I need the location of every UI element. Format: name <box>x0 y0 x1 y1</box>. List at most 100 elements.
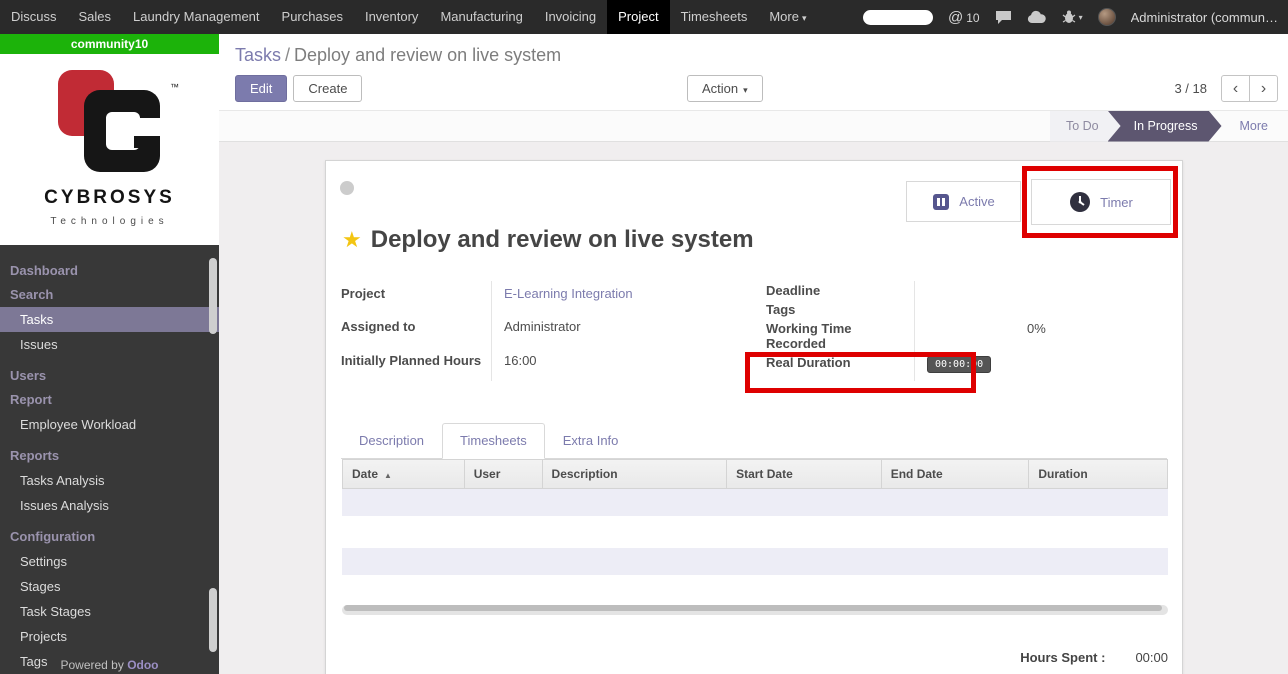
messages-counter[interactable]: @ 10 <box>948 9 980 26</box>
odoo-brand-link[interactable]: Odoo <box>127 658 158 672</box>
menu-sales[interactable]: Sales <box>68 0 123 34</box>
breadcrumb-separator: / <box>285 45 290 65</box>
sidebar-item-dashboard[interactable]: Dashboard <box>0 259 219 283</box>
table-row-empty <box>342 548 1168 575</box>
active-stat-button[interactable]: Active <box>906 181 1021 222</box>
sidebar-item-settings[interactable]: Settings <box>0 549 219 574</box>
sidebar-section-search[interactable]: Search <box>0 283 219 307</box>
sidebar-section-users[interactable]: Users <box>0 364 219 388</box>
tab-timesheets[interactable]: Timesheets <box>442 423 545 459</box>
sidebar-scrollbar-thumb[interactable] <box>209 258 217 334</box>
tab-description[interactable]: Description <box>341 423 442 458</box>
database-badge: community10 <box>0 34 219 54</box>
message-count: 10 <box>966 11 979 25</box>
sidebar-item-projects[interactable]: Projects <box>0 624 219 649</box>
hours-spent-label: Hours Spent : <box>1020 650 1105 665</box>
field-groups: Project E-Learning Integration Assigned … <box>341 281 1167 381</box>
menu-manufacturing[interactable]: Manufacturing <box>429 0 533 34</box>
user-avatar[interactable] <box>1098 8 1116 26</box>
menu-discuss[interactable]: Discuss <box>0 0 68 34</box>
status-step-in-progress[interactable]: In Progress <box>1108 111 1222 142</box>
menu-timesheets[interactable]: Timesheets <box>670 0 759 34</box>
menu-purchases[interactable]: Purchases <box>271 0 354 34</box>
column-header-duration[interactable]: Duration <box>1029 460 1167 488</box>
chevron-down-icon: ▾ <box>1079 13 1083 22</box>
clock-icon <box>1069 191 1091 213</box>
menu-more[interactable]: More▾ <box>758 0 817 34</box>
sidebar-item-employee-workload[interactable]: Employee Workload <box>0 412 219 437</box>
breadcrumb: Tasks/Deploy and review on live system <box>235 45 561 66</box>
field-label-working-time-recorded: Working Time Recorded <box>766 319 914 353</box>
column-header-description[interactable]: Description <box>543 460 728 488</box>
menu-inventory[interactable]: Inventory <box>354 0 429 34</box>
field-label-deadline: Deadline <box>766 281 914 300</box>
company-logo-mark <box>50 64 170 182</box>
create-button[interactable]: Create <box>293 75 362 102</box>
right-field-group: Deadline Tags Working Time Recorded 0% R… <box>766 281 1167 381</box>
brand-name: CYBROSYS <box>0 187 219 209</box>
notebook-tabs: Description Timesheets Extra Info <box>341 423 1167 459</box>
sidebar-item-task-stages[interactable]: Task Stages <box>0 599 219 624</box>
field-value-real-duration: 00:00:00 <box>914 353 1167 381</box>
column-header-end-date[interactable]: End Date <box>882 460 1030 488</box>
breadcrumb-current: Deploy and review on live system <box>294 45 561 65</box>
sidebar-section-configuration[interactable]: Configuration <box>0 525 219 549</box>
user-menu[interactable]: Administrator (commun… <box>1131 10 1278 25</box>
priority-star-icon[interactable]: ★ <box>342 227 362 253</box>
column-header-user[interactable]: User <box>465 460 543 488</box>
cloud-icon[interactable] <box>1027 10 1047 24</box>
column-header-date[interactable]: Date▲ <box>343 460 465 488</box>
field-value-deadline <box>914 281 1167 300</box>
menu-invoicing[interactable]: Invoicing <box>534 0 607 34</box>
sidebar-item-tasks[interactable]: Tasks <box>0 307 219 332</box>
sidebar-scrollbar-thumb[interactable] <box>209 588 217 652</box>
menu-laundry-management[interactable]: Laundry Management <box>122 0 270 34</box>
company-logo[interactable]: ™ CYBROSYS Technologies <box>0 54 219 245</box>
trademark-symbol: ™ <box>170 82 179 92</box>
table-row-empty <box>342 489 1168 516</box>
kanban-state-dot[interactable] <box>340 181 354 195</box>
status-step-todo[interactable]: To Do <box>1050 111 1121 142</box>
column-header-start-date[interactable]: Start Date <box>727 460 882 488</box>
field-label-real-duration: Real Duration <box>766 353 914 381</box>
pager-previous-button[interactable]: ‹ <box>1221 75 1250 102</box>
sidebar-section-report[interactable]: Report <box>0 388 219 412</box>
field-label-tags: Tags <box>766 300 914 319</box>
field-value-assigned-to: Administrator <box>491 314 746 347</box>
field-label-assigned-to: Assigned to <box>341 314 491 347</box>
timer-widget-pill[interactable] <box>863 10 933 25</box>
sidebar-item-stages[interactable]: Stages <box>0 574 219 599</box>
action-dropdown-button[interactable]: Action▾ <box>687 75 763 102</box>
pager: 3 / 18 ‹ › <box>1174 75 1278 102</box>
tab-extra-info[interactable]: Extra Info <box>545 423 637 458</box>
breadcrumb-tasks-link[interactable]: Tasks <box>235 45 281 65</box>
chat-bubble-icon[interactable] <box>995 10 1012 25</box>
real-duration-badge: 00:00:00 <box>927 356 991 373</box>
sidebar-item-issues[interactable]: Issues <box>0 332 219 357</box>
field-value-project[interactable]: E-Learning Integration <box>491 281 746 314</box>
pager-next-button[interactable]: › <box>1249 75 1278 102</box>
systray: @ 10 ▾ Administrator (commun… <box>863 8 1288 26</box>
timer-stat-button[interactable]: Timer <box>1031 179 1171 225</box>
record-buttons: Edit Create <box>235 75 362 102</box>
status-step-more[interactable]: More <box>1222 111 1274 142</box>
powered-by: Powered by Odoo <box>0 658 219 672</box>
hours-spent-value: 00:00 <box>1135 650 1168 665</box>
menu-project[interactable]: Project <box>607 0 669 34</box>
horizontal-scrollbar[interactable] <box>342 605 1168 615</box>
edit-button[interactable]: Edit <box>235 75 287 102</box>
debug-menu[interactable]: ▾ <box>1062 10 1083 24</box>
sidebar-item-tasks-analysis[interactable]: Tasks Analysis <box>0 468 219 493</box>
left-field-group: Project E-Learning Integration Assigned … <box>341 281 746 381</box>
at-icon: @ <box>948 9 963 26</box>
sidebar-item-issues-analysis[interactable]: Issues Analysis <box>0 493 219 518</box>
sidebar: community10 ™ CYBROSYS Technologies Dash… <box>0 34 219 674</box>
sidebar-section-reports[interactable]: Reports <box>0 444 219 468</box>
field-label-project: Project <box>341 281 491 314</box>
field-label-initially-planned-hours: Initially Planned Hours <box>341 348 491 381</box>
control-panel: Tasks/Deploy and review on live system E… <box>219 34 1288 111</box>
horizontal-scrollbar-thumb[interactable] <box>344 605 1162 611</box>
main-menu: Discuss Sales Laundry Management Purchas… <box>0 0 817 34</box>
field-value-initially-planned-hours: 16:00 <box>491 348 746 381</box>
top-navbar: Discuss Sales Laundry Management Purchas… <box>0 0 1288 34</box>
